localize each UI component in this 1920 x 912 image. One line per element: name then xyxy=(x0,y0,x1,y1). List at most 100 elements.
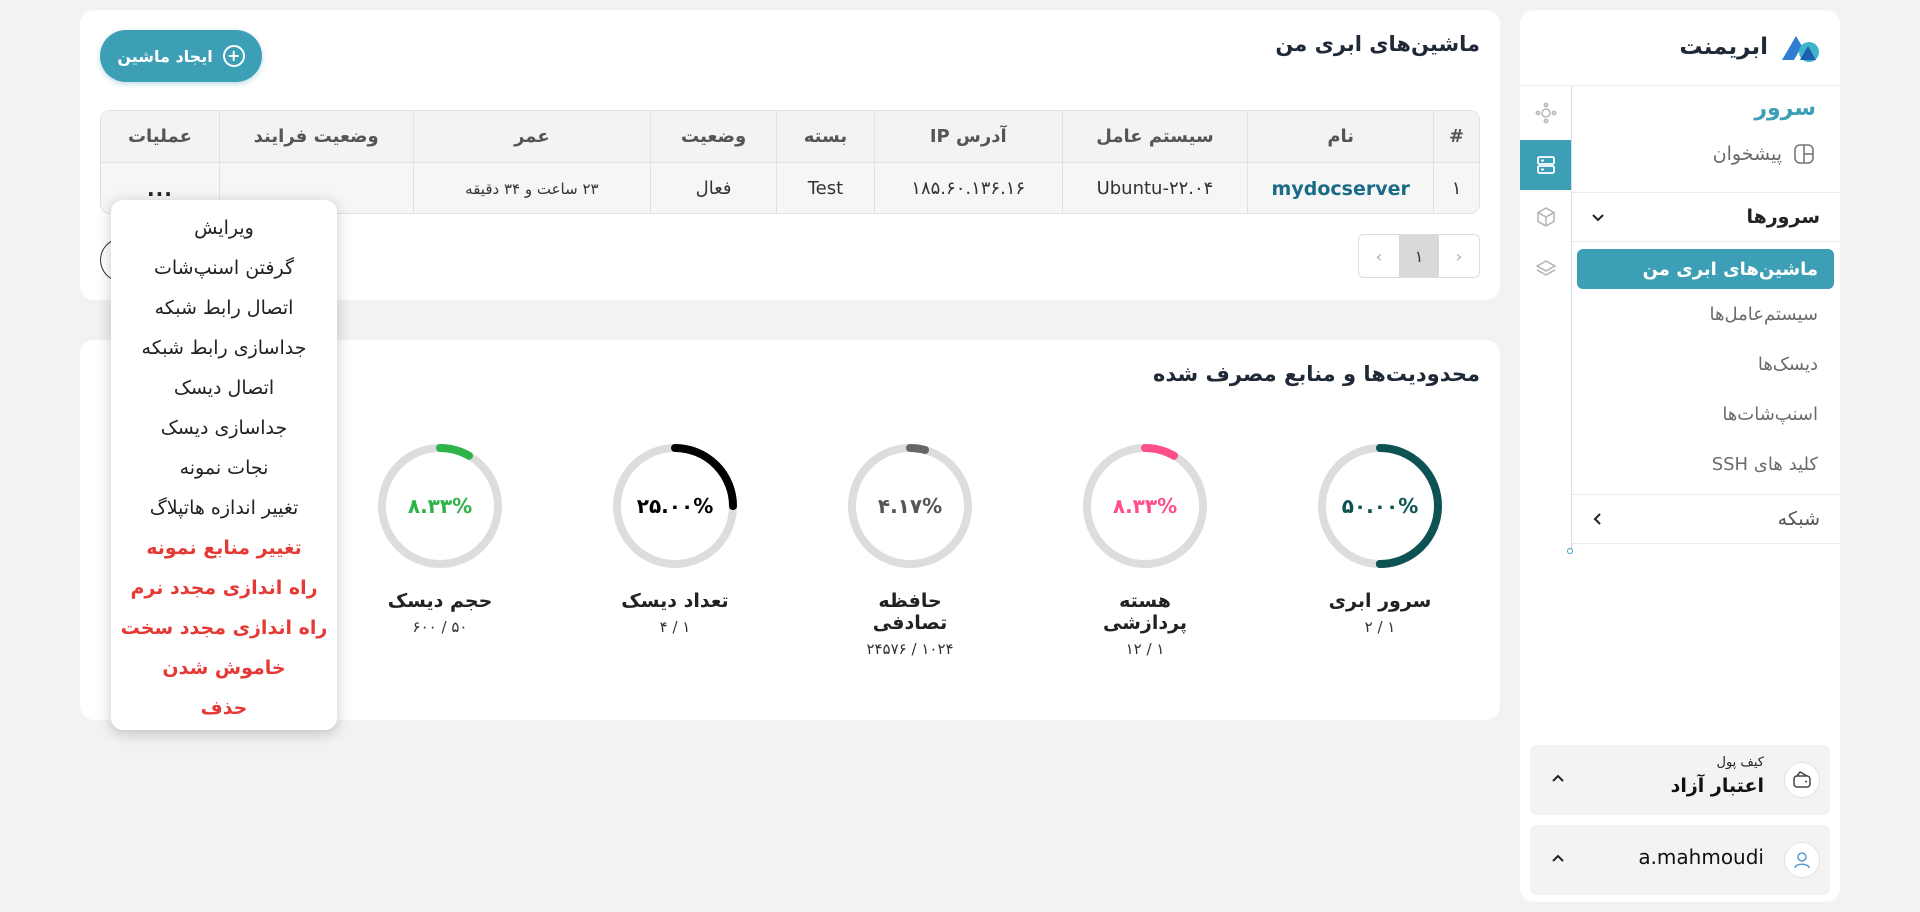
package-cell: Test xyxy=(776,163,874,213)
gauge-disk-count: ۲۵.۰۰% تعداد دیسک ۱ / ۴ xyxy=(605,440,745,636)
menu-item-hard-reboot[interactable]: راه اندازی مجدد سخت xyxy=(111,608,337,648)
age-cell: ۲۳ ساعت و ۳۴ دقیقه xyxy=(412,163,651,213)
pagination-prev-button[interactable]: ‹ xyxy=(1439,235,1479,277)
section-title-server: سرور xyxy=(1754,96,1816,121)
sidebar-item-dashboard-label: پیشخوان xyxy=(1712,143,1782,165)
rail-layers-icon[interactable] xyxy=(1520,244,1571,294)
rail-network-icon[interactable] xyxy=(1520,88,1571,138)
chevron-left-icon xyxy=(1593,513,1601,525)
dashboard-icon xyxy=(1794,144,1814,164)
sidebar-item-label: دیسک‌ها xyxy=(1757,354,1818,375)
sidebar-item-operating-systems[interactable]: سیستم‌عامل‌ها xyxy=(1710,304,1818,325)
ip-cell: ۱۸۵.۶۰.۱۳۶.۱۶ xyxy=(873,163,1062,213)
chevron-up-icon[interactable] xyxy=(1550,771,1566,787)
menu-item-detach-network[interactable]: جداسازی رابط شبکه xyxy=(111,328,337,368)
column-header: بسته xyxy=(776,111,874,162)
actions-dropdown-menu: ویرایش گرفتن اسنپ‌شات اتصال رابط شبکه جد… xyxy=(111,200,337,730)
gauge-disk-size: ۸.۳۳% حجم دیسک ۵۰ / ۶۰۰ xyxy=(370,440,510,636)
pagination-next-button[interactable]: › xyxy=(1359,235,1399,277)
column-header: # xyxy=(1433,111,1479,162)
gauge-percent: ۲۵.۰۰% xyxy=(637,494,713,518)
rail-box-icon[interactable] xyxy=(1520,192,1571,242)
gauge-percent: ۸.۳۳% xyxy=(408,494,472,518)
sidebar-item-dashboard[interactable]: پیشخوان xyxy=(1713,142,1816,166)
menu-item-detach-disk[interactable]: جداسازی دیسک xyxy=(111,408,337,448)
user-card[interactable]: a.mahmoudi xyxy=(1530,825,1830,895)
sidebar-item-label: ماشین‌های ابری من xyxy=(1642,258,1818,280)
machines-table: # نام سیستم عامل آدرس IP بسته وضعیت عمر … xyxy=(100,110,1480,214)
gauge-usage: ۱ / ۲ xyxy=(1364,618,1396,636)
gauge-label: حجم دیسک xyxy=(387,590,493,612)
menu-item-attach-disk[interactable]: اتصال دیسک xyxy=(111,368,337,408)
pagination: ‹ ۱ › xyxy=(1358,234,1480,278)
brand-name: ابریمنت xyxy=(1679,34,1768,60)
gauge-ring: ۸.۳۳% xyxy=(378,444,502,568)
menu-item-attach-network[interactable]: اتصال رابط شبکه xyxy=(111,288,337,328)
gauge-usage: ۱ / ۴ xyxy=(659,618,691,636)
username: a.mahmoudi xyxy=(1638,845,1764,869)
gauge-percent: ۵۰.۰۰% xyxy=(1342,494,1418,518)
pagination-page-1[interactable]: ۱ xyxy=(1399,235,1439,277)
gauge-ring: ۲۵.۰۰% xyxy=(613,444,737,568)
column-header: نام xyxy=(1247,111,1433,162)
menu-item-change-resources[interactable]: تغییر منابع نمونه xyxy=(111,528,337,568)
gauge-percent: ۴.۱۷% xyxy=(878,494,942,518)
sidebar-group-servers[interactable]: سرورها xyxy=(1572,192,1840,242)
rail-server-icon[interactable] xyxy=(1520,140,1571,190)
create-machine-label: ایجاد ماشین xyxy=(117,46,213,66)
gauge-ring: ۴.۱۷% xyxy=(848,444,972,568)
machine-name-link[interactable]: mydocserver xyxy=(1272,178,1410,200)
os-cell: Ubuntu-۲۲.۰۴ xyxy=(1061,163,1248,213)
gauge-usage: ۱۰۲۴ / ۲۴۵۷۶ xyxy=(866,640,954,658)
sidebar-item-label: سیستم‌عامل‌ها xyxy=(1709,304,1818,325)
gauge-usage: ۱ / ۱۲ xyxy=(1125,640,1165,658)
rail-end-marker xyxy=(1567,548,1573,554)
icon-rail xyxy=(1520,86,1573,554)
gauge-usage: ۵۰ / ۶۰۰ xyxy=(412,618,468,636)
sidebar-item-label: کلید های SSH xyxy=(1711,454,1818,475)
network-group-label: شبکه xyxy=(1777,508,1820,530)
plus-circle-icon: + xyxy=(222,45,245,67)
status-cell: فعال xyxy=(650,163,776,213)
wallet-card[interactable]: کیف پول اعتبار آزاد xyxy=(1530,745,1830,815)
wallet-credit: اعتبار آزاد xyxy=(1670,775,1764,797)
gauge-ring: ۵۰.۰۰% xyxy=(1318,444,1442,568)
create-machine-button[interactable]: + ایجاد ماشین xyxy=(100,30,262,82)
menu-item-soft-reboot[interactable]: راه اندازی مجدد نرم xyxy=(111,568,337,608)
menu-item-shutdown[interactable]: خاموش شدن xyxy=(111,648,337,688)
more-actions-button[interactable]: ... xyxy=(147,177,173,201)
column-header: سیستم عامل xyxy=(1061,111,1248,162)
sidebar-item-cloud-machines[interactable]: ماشین‌های ابری من xyxy=(1577,249,1834,289)
gauge-label: حافظه تصادفی xyxy=(872,590,948,634)
gauge-ring: ۸.۳۳% xyxy=(1083,444,1207,568)
chevron-down-icon xyxy=(1592,214,1604,222)
gauge-ram: ۴.۱۷% حافظه تصادفی ۱۰۲۴ / ۲۴۵۷۶ xyxy=(840,440,980,658)
gauge-label: تعداد دیسک xyxy=(621,590,729,612)
sidebar-item-ssh-keys[interactable]: کلید های SSH xyxy=(1712,454,1818,475)
gauge-percent: ۸.۳۳% xyxy=(1113,494,1177,518)
row-index: ۱ xyxy=(1433,163,1479,213)
column-header: وضعیت xyxy=(650,111,776,162)
servers-group-label: سرورها xyxy=(1746,206,1820,228)
menu-item-take-snapshot[interactable]: گرفتن اسنپ‌شات xyxy=(111,248,337,288)
column-header: عملیات xyxy=(127,126,192,147)
menu-item-edit[interactable]: ویرایش xyxy=(111,208,337,248)
menu-item-delete[interactable]: حذف xyxy=(111,688,337,728)
name-cell: mydocserver xyxy=(1247,163,1434,213)
menu-item-hotplug-resize[interactable]: تغییر اندازه هاتپلاگ xyxy=(111,488,337,528)
gauge-label: هسته پردازشی xyxy=(1102,590,1188,634)
page-title: ماشین‌های ابری من xyxy=(1275,32,1480,56)
wallet-icon xyxy=(1784,762,1820,798)
gauge-cloud-server: ۵۰.۰۰% سرور ابری ۱ / ۲ xyxy=(1310,440,1450,636)
brand-logo-icon xyxy=(1782,36,1819,62)
brand-header: ابریمنت xyxy=(1520,10,1840,86)
sidebar-item-snapshots[interactable]: اسنپ‌شات‌ها xyxy=(1722,404,1818,425)
user-icon xyxy=(1784,842,1820,878)
sidebar-group-network[interactable]: شبکه xyxy=(1572,494,1840,544)
chevron-up-icon[interactable] xyxy=(1550,851,1566,867)
sidebar-item-disks[interactable]: دیسک‌ها xyxy=(1758,354,1818,375)
sidebar-item-label: اسنپ‌شات‌ها xyxy=(1722,404,1818,425)
gauge-label: سرور ابری xyxy=(1328,590,1432,612)
menu-item-rescue[interactable]: نجات نمونه xyxy=(111,448,337,488)
table-header: # نام سیستم عامل آدرس IP بسته وضعیت عمر … xyxy=(101,111,1479,163)
